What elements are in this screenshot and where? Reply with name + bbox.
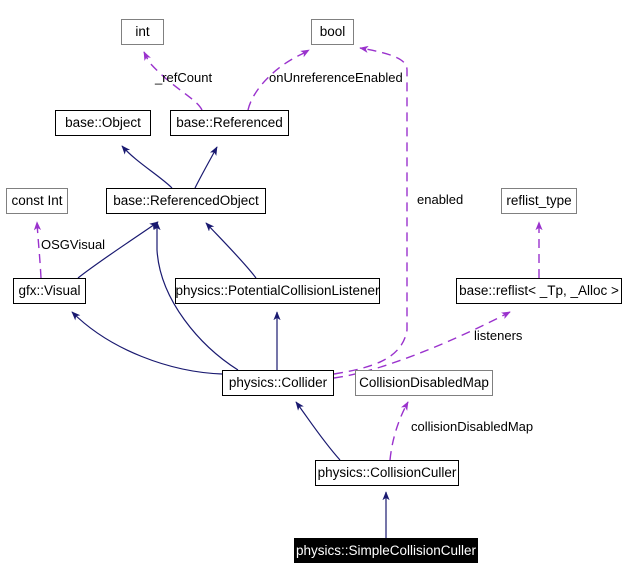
edge-label-osgvisual: OSGVisual — [41, 237, 106, 252]
class-node-label: gfx::Visual — [18, 283, 81, 299]
class-node-bool[interactable]: bool — [311, 19, 354, 45]
class-node-base_referencedobject[interactable]: base::ReferencedObject — [106, 188, 266, 214]
class-node-label: reflist_type — [506, 193, 572, 209]
class-node-label: CollisionDisabledMap — [359, 375, 489, 391]
edge-referencedobject-referenced — [194, 146, 218, 189]
class-node-gfx_visual[interactable]: gfx::Visual — [13, 278, 86, 304]
class-node-label: physics::CollisionCuller — [317, 465, 457, 481]
class-node-base_reflist[interactable]: base::reflist< _Tp, _Alloc > — [456, 278, 622, 304]
class-node-potential_listener[interactable]: physics::PotentialCollisionListener — [175, 278, 380, 304]
class-node-label: physics::Collider — [228, 375, 328, 391]
class-node-physics_collider[interactable]: physics::Collider — [222, 370, 334, 396]
class-node-label: base::Referenced — [176, 115, 283, 131]
edge-label-enabled: enabled — [417, 192, 464, 207]
class-node-label: int — [135, 24, 150, 40]
uml-collaboration-diagram: int boolbase::Object base::Referencedconst… — [0, 0, 627, 579]
class-node-reflist_type[interactable]: reflist_type — [501, 188, 577, 214]
edge-potential-listener-referencedobject — [205, 222, 257, 279]
edge-label-refcount: _refCount — [155, 70, 213, 85]
edge-collision-culler-collision-disabled-map — [389, 401, 409, 461]
class-node-label: physics::PotentialCollisionListener — [175, 283, 380, 299]
edge-label-listeners: listeners — [474, 328, 523, 343]
edge-label-onunreferenceenabled: onUnreferenceEnabled — [269, 70, 403, 85]
class-node-label: base::reflist< _Tp, _Alloc > — [459, 283, 619, 299]
edge-collider-bool — [333, 45, 408, 375]
edge-referencedobject-object — [121, 145, 173, 189]
class-node-label: base::ReferencedObject — [113, 193, 259, 209]
class-node-label: base::Object — [65, 115, 141, 131]
class-node-collision_disabled_map[interactable]: CollisionDisabledMap — [355, 370, 493, 396]
class-node-base_referenced[interactable]: base::Referenced — [170, 110, 289, 136]
edge-label-collisiondisabledmap: collisionDisabledMap — [411, 419, 534, 434]
class-node-base_object[interactable]: base::Object — [55, 110, 151, 136]
class-node-label: bool — [319, 24, 346, 40]
edge-collider-base-reflist — [333, 311, 511, 379]
class-node-const_int[interactable]: const Int — [6, 188, 68, 214]
class-node-int[interactable]: int — [121, 19, 164, 45]
edge-collider-gfx-visual — [71, 311, 223, 375]
class-node-collision_culler[interactable]: physics::CollisionCuller — [315, 460, 459, 486]
class-node-simple_collision_culler[interactable]: physics::SimpleCollisionCuller — [294, 538, 478, 563]
edge-collision-culler-collider — [295, 401, 341, 461]
class-node-label: const Int — [11, 193, 63, 209]
class-node-label: physics::SimpleCollisionCuller — [295, 542, 477, 558]
